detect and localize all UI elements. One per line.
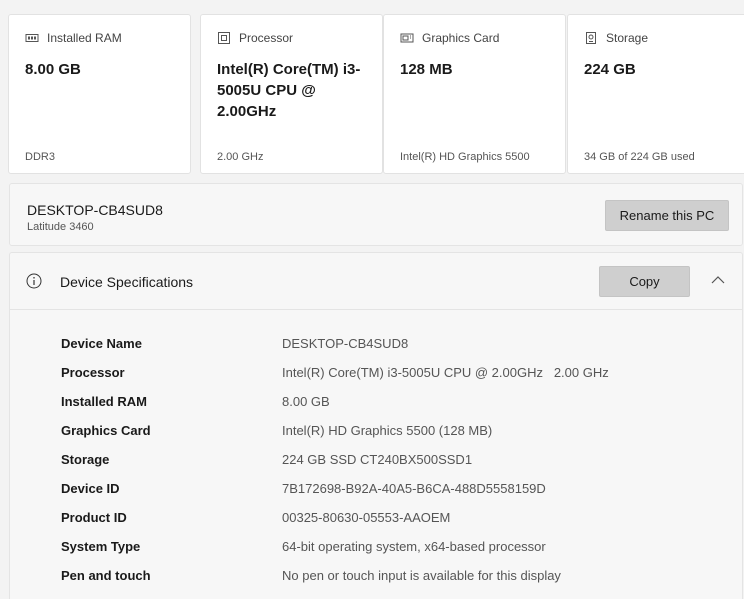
spec-value: DESKTOP-CB4SUD8	[282, 336, 409, 351]
spec-value: 7B172698-B92A-40A5-B6CA-488D5558159D	[282, 481, 546, 496]
card-label: Storage	[606, 31, 649, 45]
card-subtext: Intel(R) HD Graphics 5500	[400, 151, 530, 163]
hardware-summary-cards: Installed RAM 8.00 GB DDR3 Processor Int…	[8, 14, 744, 176]
spec-value: 8.00 GB	[282, 394, 330, 409]
copy-button[interactable]: Copy	[599, 266, 690, 297]
card-value: 224 GB	[584, 61, 636, 78]
card-installed-ram: Installed RAM 8.00 GB DDR3	[8, 14, 191, 174]
spec-row-pen-and-touch: Pen and touch No pen or touch input is a…	[61, 565, 721, 594]
card-header: Storage	[584, 31, 648, 45]
spec-row-device-id: Device ID 7B172698-B92A-40A5-B6CA-488D55…	[61, 478, 721, 507]
graphics-card-icon	[400, 31, 414, 45]
spec-value: 00325-80630-05553-AAOEM	[282, 510, 451, 525]
spec-label: Device ID	[61, 481, 120, 496]
spec-label: Pen and touch	[61, 568, 151, 583]
spec-row-storage: Storage 224 GB SSD CT240BX500SSD1	[61, 449, 721, 478]
processor-icon	[217, 31, 231, 45]
spec-label: Device Name	[61, 336, 142, 351]
card-header: Processor	[217, 31, 293, 45]
spec-row-graphics-card: Graphics Card Intel(R) HD Graphics 5500 …	[61, 420, 721, 449]
device-model: Latitude 3460	[27, 221, 94, 233]
spec-value: 64-bit operating system, x64-based proce…	[282, 539, 546, 554]
card-value: 128 MB	[400, 61, 453, 78]
spec-value: 224 GB SSD CT240BX500SSD1	[282, 452, 473, 467]
card-subtext: 34 GB of 224 GB used	[584, 151, 695, 163]
card-storage: Storage 224 GB 34 GB of 224 GB used	[567, 14, 744, 174]
spec-label: Product ID	[61, 510, 127, 525]
spec-label: System Type	[61, 539, 141, 554]
spec-value: Intel(R) HD Graphics 5500 (128 MB)	[282, 423, 493, 438]
card-label: Processor	[239, 31, 294, 45]
specs-title: Device Specifications	[60, 274, 194, 290]
card-label: Graphics Card	[422, 31, 500, 45]
card-subtext: DDR3	[25, 151, 55, 163]
card-value: Intel(R) Core(TM) i3-5005U CPU @ 2.00GHz	[217, 61, 361, 120]
device-name-panel: DESKTOP-CB4SUD8 Latitude 3460 Rename thi…	[9, 183, 743, 246]
rename-pc-button[interactable]: Rename this PC	[605, 200, 729, 231]
spec-rows: Device Name DESKTOP-CB4SUD8 Processor In…	[61, 333, 721, 594]
card-subtext: 2.00 GHz	[217, 151, 264, 163]
spec-label: Graphics Card	[61, 423, 151, 438]
spec-row-device-name: Device Name DESKTOP-CB4SUD8	[61, 333, 721, 362]
chevron-up-icon[interactable]	[710, 273, 726, 285]
device-name: DESKTOP-CB4SUD8	[27, 202, 163, 218]
spec-row-system-type: System Type 64-bit operating system, x64…	[61, 536, 721, 565]
spec-label: Installed RAM	[61, 394, 147, 409]
spec-row-product-id: Product ID 00325-80630-05553-AAOEM	[61, 507, 721, 536]
spec-row-processor: Processor Intel(R) Core(TM) i3-5005U CPU…	[61, 362, 721, 391]
spec-value: No pen or touch input is available for t…	[282, 568, 561, 583]
specs-header[interactable]: Device Specifications Copy	[10, 253, 742, 310]
card-processor: Processor Intel(R) Core(TM) i3-5005U CPU…	[200, 14, 383, 174]
card-graphics: Graphics Card 128 MB Intel(R) HD Graphic…	[383, 14, 566, 174]
spec-label: Processor	[61, 365, 125, 380]
system-about-page: Installed RAM 8.00 GB DDR3 Processor Int…	[0, 0, 744, 599]
card-header: Installed RAM	[25, 31, 122, 45]
card-header: Graphics Card	[400, 31, 499, 45]
spec-value: Intel(R) Core(TM) i3-5005U CPU @ 2.00GHz…	[282, 365, 609, 380]
ram-icon	[25, 31, 39, 45]
spec-row-installed-ram: Installed RAM 8.00 GB	[61, 391, 721, 420]
card-label: Installed RAM	[47, 31, 122, 45]
info-icon	[26, 273, 42, 289]
device-specifications-section: Device Specifications Copy Device Name D…	[9, 252, 743, 599]
storage-icon	[584, 31, 598, 45]
spec-label: Storage	[61, 452, 110, 467]
card-value: 8.00 GB	[25, 61, 81, 78]
